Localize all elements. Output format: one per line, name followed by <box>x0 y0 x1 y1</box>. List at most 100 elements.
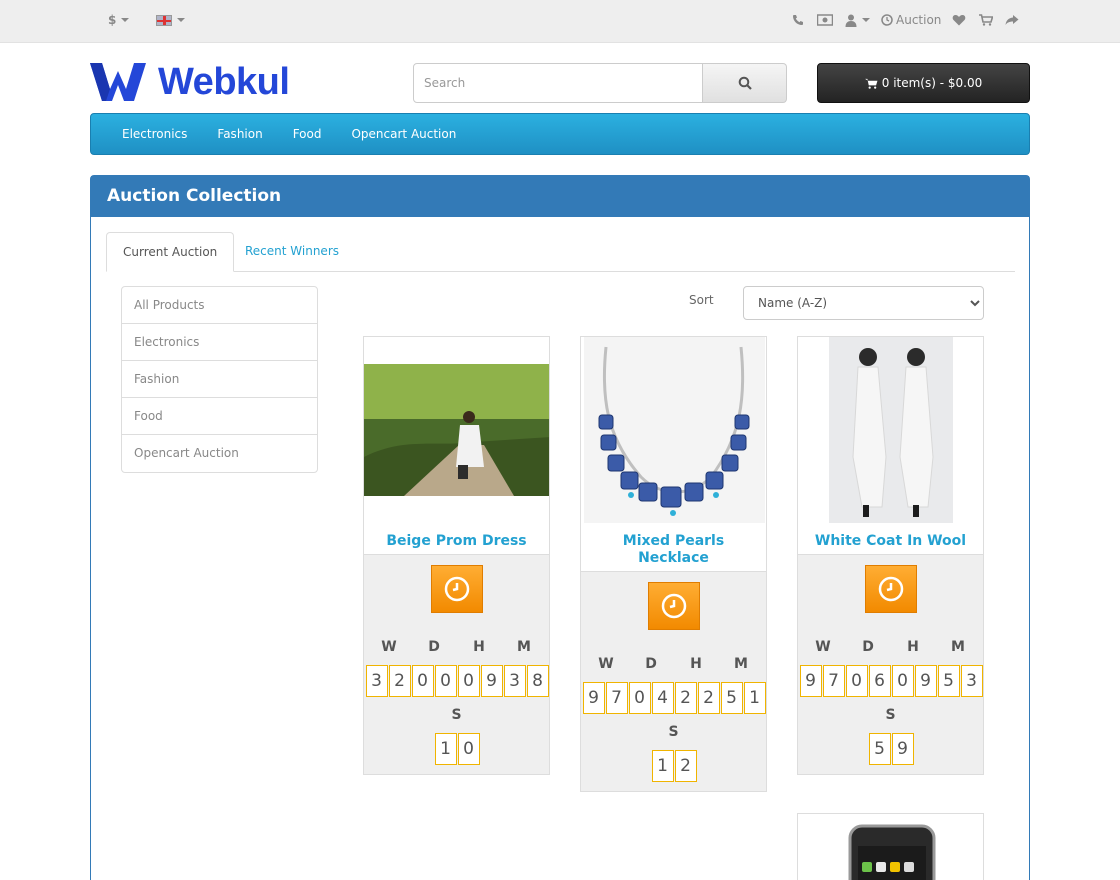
auction-clock-button[interactable] <box>430 565 483 613</box>
chevron-down-icon <box>177 18 185 22</box>
timer-unit-seconds: S <box>668 724 679 740</box>
timer-units: W D H M <box>798 639 983 655</box>
timer-digit: 5 <box>868 733 891 765</box>
menu-item-fashion[interactable]: Fashion <box>202 127 277 141</box>
share-icon <box>1005 15 1019 25</box>
main-menu: Electronics Fashion Food Opencart Auctio… <box>90 113 1030 155</box>
tab-recent-winners[interactable]: Recent Winners <box>229 232 355 272</box>
timer-digit: 4 <box>651 682 674 714</box>
checkout-link[interactable] <box>1005 11 1019 29</box>
panel-title: Auction Collection <box>91 176 1029 217</box>
currency-link[interactable] <box>817 11 833 29</box>
menu-item-electronics[interactable]: Electronics <box>107 127 202 141</box>
category-all-products[interactable]: All Products <box>122 287 317 324</box>
money-icon <box>817 14 833 26</box>
auction-timer: W D H M 3 2 0 0 0 9 3 8 S 1 0 <box>364 554 549 774</box>
cart-button[interactable]: 0 item(s) - $0.00 <box>817 63 1030 103</box>
product-image[interactable] <box>364 337 549 523</box>
timer-digit: 2 <box>388 665 411 697</box>
timer-digit: 3 <box>960 665 983 697</box>
timer-unit-weeks: W <box>815 639 831 655</box>
uk-flag-icon <box>156 14 172 26</box>
timer-seconds: 1 0 <box>364 733 549 765</box>
timer-unit-days: D <box>645 656 657 672</box>
timer-digit: 7 <box>822 665 845 697</box>
timer-seconds: 5 9 <box>798 733 983 765</box>
menu-item-food[interactable]: Food <box>278 127 337 141</box>
timer-digit: 7 <box>605 682 628 714</box>
timer-unit-hours: H <box>690 656 702 672</box>
timer-digit: 1 <box>434 733 457 765</box>
search-bar <box>413 63 787 103</box>
wishlist-link[interactable] <box>952 11 966 29</box>
user-icon <box>845 14 857 27</box>
timer-unit-minutes: M <box>734 656 748 672</box>
phone-icon <box>793 15 803 25</box>
timer-units: W D H M <box>364 639 549 655</box>
timer-digit: 0 <box>457 733 480 765</box>
tab-current-auction[interactable]: Current Auction <box>106 232 235 272</box>
timer-unit-days: D <box>428 639 440 655</box>
cart-icon <box>979 14 993 26</box>
category-fashion[interactable]: Fashion <box>122 361 317 398</box>
product-card: Mixed Pearls Necklace W D H M 9 7 0 4 2 … <box>580 336 767 792</box>
timer-digit: 1 <box>651 750 674 782</box>
timer-digit: 2 <box>674 682 697 714</box>
timer-digit: 8 <box>526 665 549 697</box>
timer-digit: 0 <box>434 665 457 697</box>
timer-digit: 5 <box>720 682 743 714</box>
timer-digit: 2 <box>674 750 697 782</box>
timer-digit: 0 <box>457 665 480 697</box>
timer-unit-hours: H <box>907 639 919 655</box>
clock-icon <box>444 576 469 602</box>
timer-unit-weeks: W <box>598 656 614 672</box>
auction-link-label: Auction <box>896 13 942 27</box>
timer-digit: 6 <box>868 665 891 697</box>
timer-unit-hours: H <box>473 639 485 655</box>
cart-link[interactable] <box>979 11 993 29</box>
product-image[interactable] <box>798 814 983 880</box>
menu-item-opencart-auction[interactable]: Opencart Auction <box>336 127 471 141</box>
phone-link[interactable] <box>792 11 804 29</box>
account-dropdown[interactable] <box>845 11 870 29</box>
language-dropdown[interactable] <box>156 11 185 29</box>
timer-digits: 9 7 0 4 2 2 5 1 <box>581 682 766 714</box>
product-name[interactable]: Beige Prom Dress <box>364 523 549 554</box>
chevron-down-icon <box>121 18 130 22</box>
webkul-logo[interactable]: Webkul <box>90 62 290 102</box>
product-image[interactable] <box>581 337 766 523</box>
product-name[interactable]: White Coat In Wool <box>798 523 983 554</box>
auction-link[interactable]: Auction <box>881 11 941 29</box>
timer-digit: 0 <box>411 665 434 697</box>
search-button[interactable] <box>703 63 787 103</box>
cart-icon <box>864 78 878 89</box>
product-image[interactable] <box>798 337 983 523</box>
category-food[interactable]: Food <box>122 398 317 435</box>
category-opencart-auction[interactable]: Opencart Auction <box>122 435 317 472</box>
timer-digit: 3 <box>503 665 526 697</box>
category-list: All Products Electronics Fashion Food Op… <box>121 286 318 473</box>
timer-unit-minutes: M <box>951 639 965 655</box>
timer-digit: 9 <box>914 665 937 697</box>
search-input[interactable] <box>413 63 703 103</box>
category-electronics[interactable]: Electronics <box>122 324 317 361</box>
timer-unit-days: D <box>862 639 874 655</box>
currency-dropdown[interactable]: $ <box>108 11 130 29</box>
timer-unit-seconds: S <box>451 707 462 723</box>
product-card: White Coat In Wool W D H M 9 7 0 6 0 9 5… <box>797 336 984 775</box>
sort-select[interactable]: Name (A-Z) <box>743 286 984 320</box>
timer-digits: 3 2 0 0 0 9 3 8 <box>364 665 549 697</box>
auction-clock-button[interactable] <box>864 565 917 613</box>
auction-clock-button[interactable] <box>647 582 700 630</box>
clock-icon <box>878 576 903 602</box>
chevron-down-icon <box>862 18 870 22</box>
timer-digit: 0 <box>628 682 651 714</box>
search-icon <box>738 76 752 90</box>
timer-unit-weeks: W <box>381 639 397 655</box>
timer-digits: 9 7 0 6 0 9 5 3 <box>798 665 983 697</box>
timer-units: W D H M <box>581 656 766 672</box>
auction-timer: W D H M 9 7 0 6 0 9 5 3 S 5 9 <box>798 554 983 774</box>
timer-digit: 1 <box>743 682 766 714</box>
cart-total: 0 item(s) - $0.00 <box>881 76 983 90</box>
product-name[interactable]: Mixed Pearls Necklace <box>581 523 766 571</box>
